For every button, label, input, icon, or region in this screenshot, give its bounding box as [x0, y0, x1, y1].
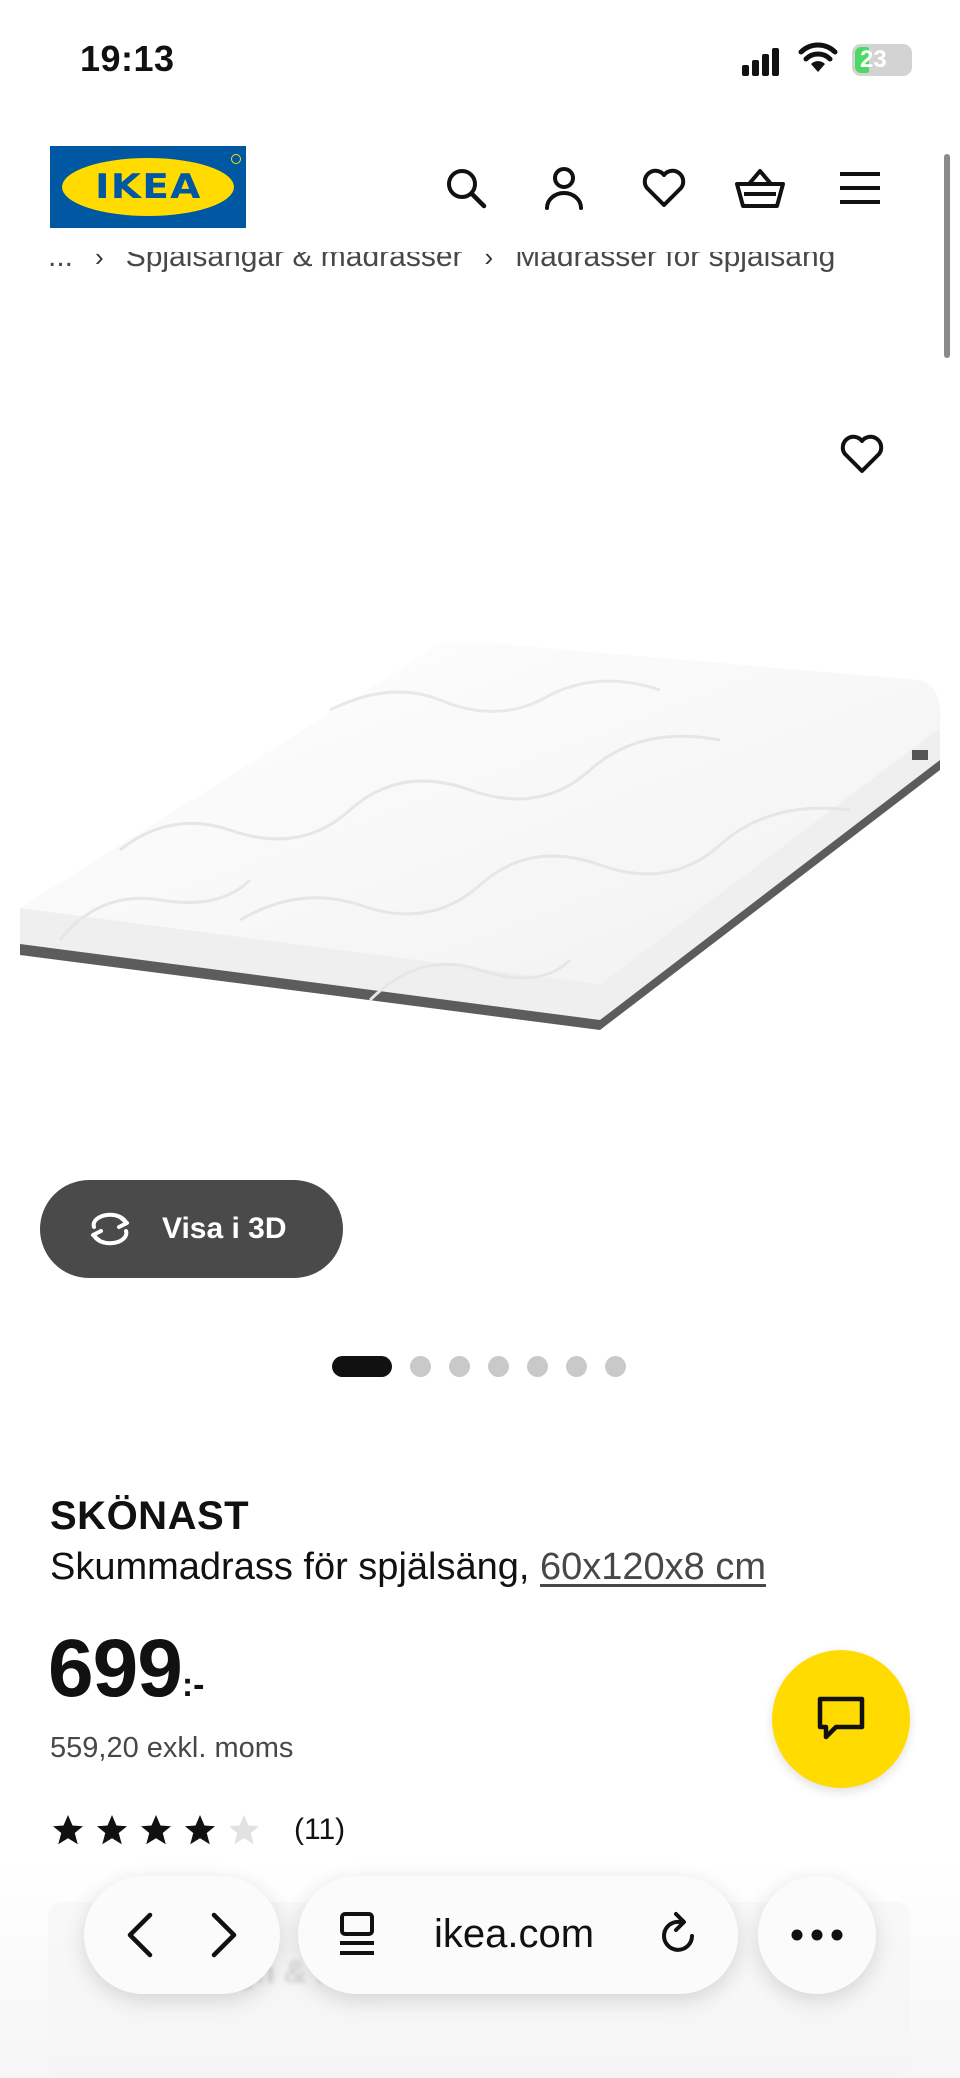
carousel-dot[interactable]: [449, 1356, 470, 1377]
signal-icon: [742, 46, 782, 76]
carousel-dot[interactable]: [332, 1356, 392, 1377]
price-suffix: :-: [181, 1666, 205, 1704]
view-in-3d-label: Visa i 3D: [162, 1212, 287, 1245]
breadcrumb-ellipsis[interactable]: ...: [48, 252, 73, 274]
carousel-dot[interactable]: [410, 1356, 431, 1377]
chevron-right-icon: ›: [95, 252, 104, 272]
price-value: 699: [48, 1623, 183, 1714]
logo-oval: IKEA: [62, 158, 234, 216]
menu-icon[interactable]: [834, 162, 886, 214]
status-time: 19:13: [80, 38, 175, 79]
view-in-3d-button[interactable]: Visa i 3D: [40, 1180, 343, 1278]
account-icon[interactable]: [538, 162, 590, 214]
battery-level: 23: [860, 46, 887, 73]
browser-nav-pill: [84, 1876, 280, 1994]
reload-icon[interactable]: [658, 1910, 702, 1958]
star-filled-icon: [97, 1815, 127, 1845]
url-text[interactable]: ikea.com: [434, 1912, 594, 1957]
price-excl-vat: 559,20 exkl. moms: [50, 1732, 294, 1764]
status-bar: 19:13 23: [0, 0, 960, 120]
site-header: IKEA: [0, 140, 960, 236]
product-name: SKÖNAST: [50, 1494, 250, 1538]
product-image[interactable]: [0, 600, 960, 1060]
more-icon: [791, 1929, 843, 1941]
breadcrumb-item-crib-mattresses[interactable]: Madrasser för spjälsäng: [515, 252, 835, 274]
registered-mark: [231, 154, 241, 164]
product-rating[interactable]: (11): [50, 1812, 345, 1848]
chevron-right-icon: ›: [484, 252, 494, 272]
logo-text: IKEA: [94, 167, 202, 207]
review-count[interactable]: (11): [294, 1813, 345, 1847]
tabs-icon[interactable]: [336, 1910, 378, 1958]
product-type: Skummadrass för spjälsäng,: [50, 1546, 530, 1588]
battery-icon: 23: [852, 44, 912, 76]
rotate-3d-icon: [91, 1212, 129, 1246]
image-carousel-dots: [332, 1356, 626, 1377]
cart-icon[interactable]: [734, 162, 786, 214]
product-description: Skummadrass för spjälsäng, 60x120x8 cm: [50, 1546, 766, 1589]
carousel-dot[interactable]: [527, 1356, 548, 1377]
heart-icon: [840, 434, 884, 473]
carousel-dot[interactable]: [605, 1356, 626, 1377]
breadcrumb-item-cribs[interactable]: Spjälsängar & madrasser: [126, 252, 463, 274]
breadcrumb: ... › Spjälsängar & madrasser › Madrasse…: [48, 252, 928, 292]
favorites-icon[interactable]: [638, 162, 690, 214]
carousel-dot[interactable]: [566, 1356, 587, 1377]
forward-icon[interactable]: [204, 1909, 244, 1961]
ikea-logo[interactable]: IKEA: [50, 146, 246, 228]
wifi-icon: [798, 42, 838, 72]
address-bar[interactable]: ikea.com: [298, 1876, 738, 1994]
page-scrollbar[interactable]: [944, 154, 950, 358]
product-size-link[interactable]: 60x120x8 cm: [540, 1546, 766, 1588]
chat-icon: [817, 1696, 865, 1740]
carousel-dot[interactable]: [488, 1356, 509, 1377]
star-empty-icon: [229, 1815, 259, 1845]
product-price: 699 :-: [48, 1628, 204, 1710]
add-to-favorites-button[interactable]: [834, 426, 890, 482]
chat-button[interactable]: [772, 1650, 910, 1788]
search-icon[interactable]: [440, 162, 492, 214]
browser-more-pill[interactable]: [758, 1876, 876, 1994]
browser-toolbar: ikea.com: [0, 1876, 960, 1996]
star-filled-icon: [141, 1815, 171, 1845]
star-filled-icon: [185, 1815, 215, 1845]
back-icon[interactable]: [120, 1909, 160, 1961]
star-filled-icon: [53, 1815, 83, 1845]
